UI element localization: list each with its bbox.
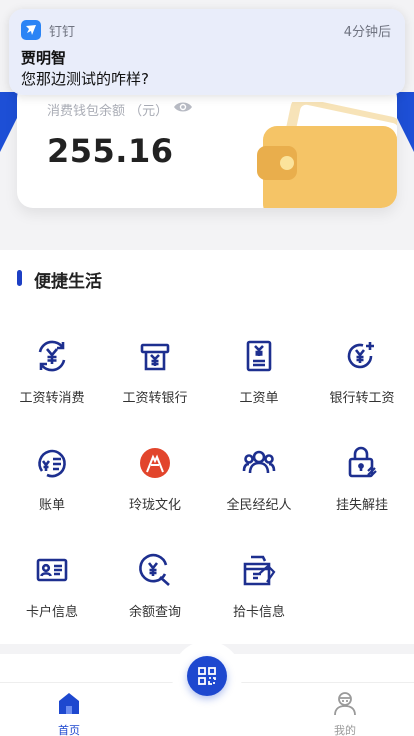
home-icon xyxy=(59,693,79,714)
balance-label: 消费钱包余额 （元） xyxy=(47,104,169,119)
grid-item-bank-to-salary[interactable]: 银行转工资 xyxy=(310,338,414,428)
lock-unlock-icon xyxy=(348,446,377,478)
grid-item-label: 余额查询 xyxy=(128,605,181,620)
wallet-icon xyxy=(257,102,397,208)
grid-item-label: 银行转工资 xyxy=(329,391,395,406)
tab-home-label: 首页 xyxy=(58,724,80,736)
grid-item-found-card[interactable]: 拾卡信息 xyxy=(207,552,311,642)
grid-item-label: 挂失解挂 xyxy=(335,498,388,513)
grid-item-label: 拾卡信息 xyxy=(232,605,285,620)
balance-value: 255.16 xyxy=(47,132,174,170)
grid-item-linglong-culture[interactable]: 玲珑文化 xyxy=(103,445,207,535)
found-card-icon xyxy=(243,555,276,586)
qr-code-button[interactable] xyxy=(187,656,227,696)
qr-code-icon xyxy=(198,667,216,685)
salary-to-bank-icon xyxy=(140,343,170,371)
card-info-icon xyxy=(36,558,68,582)
grid-item-label: 工资单 xyxy=(239,391,279,406)
agent-icon xyxy=(242,450,276,474)
grid-item-label: 工资转银行 xyxy=(122,391,188,406)
wallet-card[interactable]: 消费钱包余额 （元） 255.16 xyxy=(17,82,397,208)
notification-banner[interactable]: 钉钉 4分钟后 贾明智 您那边测试的咋样? xyxy=(9,9,405,95)
section-marker xyxy=(17,270,22,286)
grid-item-bill[interactable]: 账单 xyxy=(0,445,104,535)
grid-item-payslip[interactable]: 工资单 xyxy=(207,338,311,428)
grid-item-balance-query[interactable]: 余额查询 xyxy=(103,552,207,642)
notification-app-name: 钉钉 xyxy=(49,25,76,40)
profile-icon xyxy=(334,692,356,716)
grid-item-salary-to-bank[interactable]: 工资转银行 xyxy=(103,338,207,428)
grid-item-label: 全民经纪人 xyxy=(226,498,292,513)
tab-home[interactable]: 首页 xyxy=(29,683,109,736)
payslip-icon xyxy=(246,340,272,372)
eye-icon[interactable] xyxy=(173,100,193,114)
dingtalk-icon xyxy=(21,20,41,40)
grid-item-label: 玲珑文化 xyxy=(128,498,181,513)
notification-time: 4分钟后 xyxy=(343,25,391,40)
grid-item-salary-to-consume[interactable]: 工资转消费 xyxy=(0,338,104,428)
salary-to-consume-icon xyxy=(38,340,66,372)
grid-item-label: 账单 xyxy=(38,498,65,513)
bank-to-salary-icon xyxy=(347,342,374,369)
notification-sender: 贾明智 xyxy=(21,49,67,67)
grid-item-lock-unlock[interactable]: 挂失解挂 xyxy=(310,445,414,535)
balance-query-icon xyxy=(139,553,170,586)
section-title: 便捷生活 xyxy=(34,272,102,292)
grid-item-label: 卡户信息 xyxy=(25,605,78,620)
bill-icon xyxy=(38,449,66,478)
convenient-life-section: 便捷生活 工资转消费 工资转银行 工资单 银行转工资 账单 玲珑文化 全民经纪人… xyxy=(0,250,414,644)
grid-item-card-info[interactable]: 卡户信息 xyxy=(0,552,104,642)
tab-mine-label: 我的 xyxy=(334,724,356,736)
tab-mine[interactable]: 我的 xyxy=(305,683,385,736)
notification-message: 您那边测试的咋样? xyxy=(21,70,149,88)
grid-item-label: 工资转消费 xyxy=(19,391,85,406)
linglong-culture-icon xyxy=(140,448,170,478)
grid-item-agent[interactable]: 全民经纪人 xyxy=(207,445,311,535)
